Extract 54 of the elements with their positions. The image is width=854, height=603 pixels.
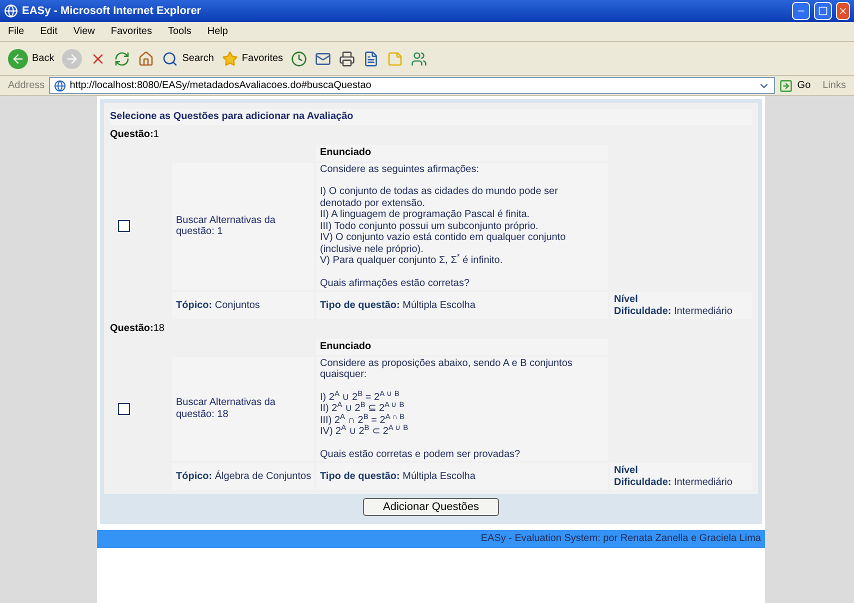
- panel-heading: Selecione as Questões para adicionar na Avaliação: [110, 109, 752, 125]
- statement-text: Considere as proposições abaixo, sendo A e B conjuntos quaisquer: I) 2$^{A}$ ∪ 2$^{B}$ = 2$^{A ∪ B}$ II) 2$^{A}$ ∪ 2$^{B}$ ⊆ 2$^{A ∪ B}$ III) 2$^{A}$ ∩ 2$^{B}$ = 2$^{A ∩ B}$ IV) 2$^{A}$ ∪ 2$^{B}$ ⊂ 2$^{A ∪ B}$ Quais estão corretas e podem ser provadas?: [316, 356, 608, 461]
- address-label: Address: [8, 80, 45, 92]
- go-icon: [779, 78, 794, 92]
- menu-item[interactable]: View: [73, 26, 95, 38]
- search-icon: [162, 50, 178, 66]
- alternatives-link[interactable]: Buscar Alternativas da questão: 1: [176, 214, 310, 238]
- mail-icon[interactable]: [315, 50, 332, 66]
- question-label: Questão:: [110, 323, 154, 335]
- footer-text: EASy - Evaluation System: por Renata Zanella e Graciela Lima: [480, 533, 761, 545]
- address-field[interactable]: http://localhost:8080/EASy/metadadosAvaliacoes.do#buscaQuestao: [48, 77, 776, 94]
- topic-text: Tópico: Conjuntos: [176, 300, 260, 312]
- type-text: Tipo de questão: Múltipla Escolha: [320, 300, 476, 312]
- close-icon: [838, 6, 848, 16]
- level-label: Nível: [614, 465, 639, 476]
- minimize-button[interactable]: [792, 2, 810, 20]
- messenger-icon[interactable]: [411, 50, 428, 66]
- menu-item[interactable]: Edit: [40, 26, 58, 38]
- column-header: Enunciado: [316, 145, 608, 160]
- window-title: EASy - Microsoft Internet Explorer: [22, 5, 202, 17]
- home-icon[interactable]: [138, 50, 154, 66]
- add-questions-button[interactable]: Adicionar Questões: [363, 498, 499, 516]
- difficulty-text: Dificuldade: Intermediário: [614, 476, 734, 488]
- go-button[interactable]: Go: [779, 78, 811, 92]
- refresh-icon[interactable]: [114, 50, 130, 66]
- type-text: Tipo de questão: Múltipla Escolha: [320, 470, 476, 482]
- menu-item[interactable]: Help: [207, 26, 228, 38]
- maximize-icon: [818, 6, 828, 16]
- close-button[interactable]: [836, 2, 850, 20]
- maximize-button[interactable]: [814, 2, 832, 20]
- edit-icon[interactable]: [363, 50, 380, 66]
- page-icon: [54, 80, 66, 92]
- menu-item[interactable]: Favorites: [110, 26, 152, 38]
- checkbox[interactable]: [118, 402, 130, 415]
- back-button[interactable]: Back: [8, 48, 54, 68]
- topic-text: Tópico: Álgebra de Conjuntos: [176, 470, 312, 482]
- star-icon: [222, 50, 238, 66]
- column-header: Enunciado: [316, 339, 608, 354]
- search-button[interactable]: Search: [162, 50, 214, 66]
- question-label: Questão:: [110, 129, 154, 141]
- app-icon: [4, 4, 18, 18]
- favorites-button[interactable]: Favorites: [222, 50, 284, 66]
- question-number: 1: [153, 129, 159, 141]
- print-icon[interactable]: [339, 50, 356, 66]
- difficulty-text: Dificuldade: Intermediário: [614, 306, 734, 317]
- checkbox[interactable]: [118, 220, 130, 232]
- question-number: 18: [153, 323, 164, 335]
- menu-item[interactable]: File: [8, 26, 24, 38]
- history-icon[interactable]: [291, 50, 308, 66]
- back-icon: [8, 48, 28, 68]
- menu-item[interactable]: Tools: [168, 26, 192, 38]
- level-label: Nível: [614, 294, 639, 306]
- links-button[interactable]: Links: [822, 80, 846, 92]
- statement-text: Considere as seguintes afirmações: I) O conjunto de todas as cidades do mundo pode ser denotado por extensão. II) A linguagem de programação Pascal é finita. III) Todo conjunto possui um subconjunto próprio. IV) O conjunto vazio está contido em qualquer conjunto (inclusive nele próprio). V) Para qualquer conjunto Σ, Σ$^{*}$ é infinito. Quais afirmações estão corretas?: [316, 162, 608, 290]
